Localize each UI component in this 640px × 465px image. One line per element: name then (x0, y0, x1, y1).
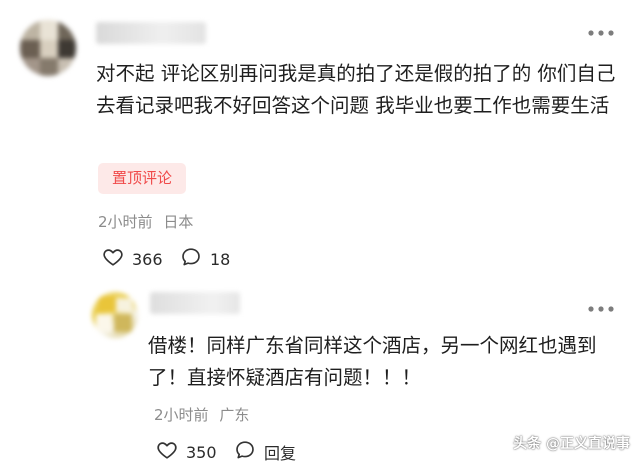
comment-meta: 2小时前 广东 (154, 404, 249, 425)
avatar[interactable] (92, 292, 138, 338)
reply-count-button[interactable]: 18 (180, 246, 230, 272)
more-horizontal-icon[interactable] (586, 300, 616, 318)
like-button[interactable]: 366 (102, 246, 163, 272)
heart-outline-icon (102, 246, 124, 272)
comment-location: 日本 (163, 213, 194, 231)
comment-location: 广东 (219, 406, 250, 424)
reply-button[interactable]: 回复 (234, 439, 296, 465)
comment-bubble-icon (180, 246, 202, 272)
like-count: 366 (132, 249, 163, 269)
like-count: 350 (186, 442, 217, 462)
username-blurred[interactable] (96, 22, 206, 44)
heart-outline-icon (156, 439, 178, 465)
reply-label: 回复 (264, 444, 297, 463)
more-horizontal-icon[interactable] (586, 24, 616, 42)
like-button[interactable]: 350 (156, 439, 217, 465)
comment-meta: 2小时前 日本 (98, 211, 193, 232)
reply-bubble-icon (234, 439, 256, 465)
comment-text: 借楼！同样广东省同样这个酒店，另一个网红也遇到了！直接怀疑酒店有问题！！！ (148, 334, 597, 389)
comment-text: 对不起 评论区别再问我是真的拍了还是假的拍了的 你们自己去看记录吧我不好回答这个… (96, 62, 616, 117)
username-blurred[interactable] (150, 292, 240, 314)
pinned-comment-badge: 置顶评论 (98, 163, 187, 194)
watermark: 头条 @正义直说事 (513, 436, 630, 452)
avatar[interactable] (20, 20, 76, 76)
reply-count: 18 (210, 249, 231, 269)
comment-time: 2小时前 (98, 213, 153, 231)
comment-time: 2小时前 (154, 406, 209, 424)
